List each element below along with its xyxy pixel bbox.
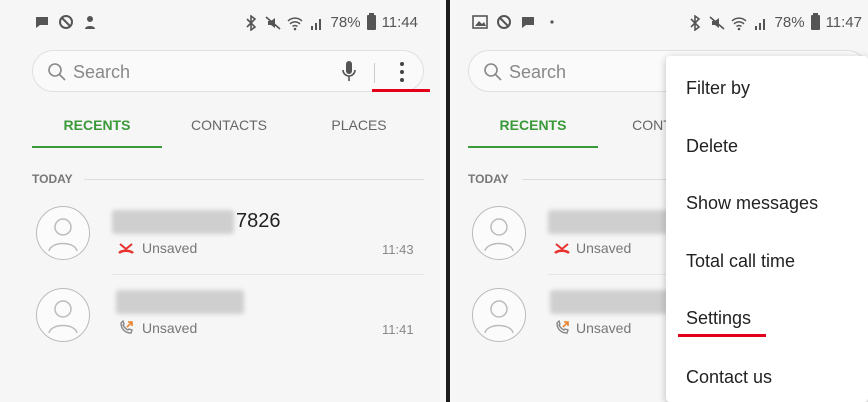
contact-placeholder-icon <box>48 300 78 334</box>
more-options-icon[interactable] <box>399 61 405 83</box>
settings-highlight <box>678 334 766 337</box>
wifi-icon <box>287 16 303 30</box>
avatar <box>36 206 90 260</box>
blocked-icon <box>59 15 73 29</box>
battery-percent: 78% <box>774 14 805 31</box>
menu-item-show-messages[interactable]: Show messages <box>686 193 818 214</box>
status-bar: 78% 11:47 <box>450 0 868 50</box>
notification-icons <box>472 14 560 30</box>
left-screen: 78% 11:44 Search RECENTS CONTACTS PLACES… <box>0 0 446 402</box>
tab-indicator <box>32 146 162 148</box>
menu-item-contact-us[interactable]: Contact us <box>686 367 772 388</box>
call-status: Unsaved <box>576 240 632 256</box>
call-time: 11:43 <box>382 242 414 257</box>
mute-icon <box>709 15 725 30</box>
outgoing-call-icon <box>120 320 133 334</box>
signal-icon <box>310 18 321 30</box>
message-icon <box>36 17 48 28</box>
caller-name-redacted <box>548 210 668 234</box>
battery-percent: 78% <box>330 14 361 31</box>
system-status: 78% 11:47 <box>687 13 862 31</box>
clock: 11:47 <box>825 14 862 31</box>
message-icon <box>522 17 534 28</box>
call-time: 11:41 <box>382 322 414 337</box>
menu-item-total-call-time[interactable]: Total call time <box>686 251 795 272</box>
outgoing-call-icon <box>556 320 569 334</box>
dot-icon <box>550 20 554 24</box>
search-icon <box>48 63 66 81</box>
avatar <box>472 288 526 342</box>
contact-placeholder-icon <box>48 218 78 252</box>
search-bar[interactable]: Search <box>32 50 424 92</box>
search-icon <box>484 63 502 81</box>
person-icon <box>85 16 95 29</box>
mute-icon <box>265 15 281 30</box>
section-today: TODAY <box>468 172 509 186</box>
clock: 11:44 <box>381 14 418 31</box>
call-status: Unsaved <box>576 320 632 336</box>
caller-name-redacted <box>112 210 234 234</box>
row-divider <box>112 274 424 275</box>
system-status: 78% 11:44 <box>243 13 418 31</box>
row-divider <box>548 274 668 275</box>
call-status: Unsaved <box>142 320 198 336</box>
gallery-icon <box>472 15 488 29</box>
search-divider <box>374 63 375 83</box>
search-input[interactable]: Search <box>73 62 130 83</box>
tab-recents[interactable]: RECENTS <box>468 110 598 148</box>
more-options-highlight <box>372 89 430 92</box>
contact-placeholder-icon <box>484 300 514 334</box>
caller-name-redacted <box>550 290 668 314</box>
call-row[interactable]: 7826 Unsaved 11:43 <box>0 196 446 276</box>
contact-placeholder-icon <box>484 218 514 252</box>
tab-places[interactable]: PLACES <box>294 110 424 148</box>
microphone-icon[interactable] <box>341 60 357 84</box>
tab-indicator <box>468 146 598 148</box>
section-divider <box>84 179 424 180</box>
caller-name-redacted <box>116 290 244 314</box>
overflow-menu: Filter by Delete Show messages Total cal… <box>666 56 868 402</box>
tab-contacts[interactable]: CONTACTS <box>164 110 294 148</box>
menu-item-settings[interactable]: Settings <box>686 308 751 329</box>
menu-item-filter-by[interactable]: Filter by <box>686 78 750 99</box>
tab-bar: RECENTS CONTACTS PLACES <box>0 110 446 148</box>
missed-call-icon <box>554 243 570 254</box>
menu-item-delete[interactable]: Delete <box>686 136 738 157</box>
blocked-icon <box>497 15 511 29</box>
call-status: Unsaved <box>142 240 198 256</box>
search-input[interactable]: Search <box>509 62 566 83</box>
bluetooth-icon <box>689 14 700 31</box>
avatar <box>472 206 526 260</box>
wifi-icon <box>731 16 747 30</box>
bluetooth-icon <box>245 14 256 31</box>
avatar <box>36 288 90 342</box>
status-bar: 78% 11:44 <box>0 0 446 50</box>
signal-icon <box>754 18 765 30</box>
caller-number-suffix: 7826 <box>236 210 281 232</box>
battery-icon <box>810 13 820 30</box>
battery-icon <box>366 13 376 30</box>
section-today: TODAY <box>32 172 73 186</box>
missed-call-icon <box>118 243 134 254</box>
tab-recents[interactable]: RECENTS <box>32 110 162 148</box>
call-row[interactable]: Unsaved 11:41 <box>0 276 446 356</box>
notification-icons <box>34 14 98 30</box>
